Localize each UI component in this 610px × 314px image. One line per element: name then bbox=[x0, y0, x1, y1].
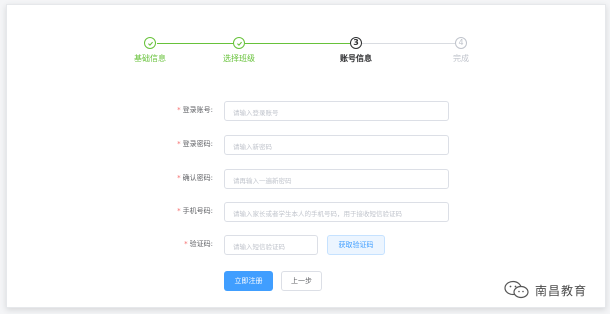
watermark-text: 南昌教育 bbox=[535, 283, 588, 298]
field-label: * 确认密码: bbox=[177, 174, 213, 182]
step-number: 3 bbox=[350, 37, 362, 49]
wechat-icon bbox=[504, 280, 529, 299]
previous-step-button[interactable]: 上一步 bbox=[281, 271, 322, 291]
field-label: * 登录账号: bbox=[177, 106, 213, 114]
form-row-login-account: * 登录账号: 请输入登录账号 bbox=[7, 101, 605, 121]
step-label: 选择班级 bbox=[223, 54, 255, 63]
register-button[interactable]: 立即注册 bbox=[224, 271, 273, 291]
registration-card: 基础信息 选择班级 3 账号信息 4 完成 * 登录账号: 请输入登录账号 * 登录… bbox=[6, 4, 606, 308]
form-row-verify-code: * 验证码: 请输入短信验证码 获取验证码 bbox=[7, 235, 605, 255]
form-row-phone: * 手机号码: 请输入家长或者学生本人的手机号码，用于接收短信验证码 bbox=[7, 202, 605, 222]
confirm-password-input[interactable]: 请再输入一遍新密码 bbox=[224, 169, 449, 189]
get-code-button[interactable]: 获取验证码 bbox=[327, 235, 385, 255]
login-account-input[interactable]: 请输入登录账号 bbox=[224, 101, 449, 121]
step-select-class: 选择班级 bbox=[204, 37, 274, 64]
field-label: * 验证码: bbox=[184, 240, 213, 248]
step-label: 基础信息 bbox=[134, 54, 166, 63]
step-label: 完成 bbox=[453, 54, 469, 63]
check-icon bbox=[144, 37, 156, 49]
step-basic-info: 基础信息 bbox=[115, 37, 185, 64]
step-account-info: 3 账号信息 bbox=[321, 37, 391, 64]
field-label: * 登录密码: bbox=[177, 140, 213, 148]
verify-code-input[interactable]: 请输入短信验证码 bbox=[224, 235, 318, 255]
phone-number-input[interactable]: 请输入家长或者学生本人的手机号码，用于接收短信验证码 bbox=[224, 202, 449, 222]
step-number: 4 bbox=[455, 37, 467, 49]
check-icon bbox=[233, 37, 245, 49]
login-password-input[interactable]: 请输入新密码 bbox=[224, 135, 449, 155]
form-row-login-password: * 登录密码: 请输入新密码 bbox=[7, 135, 605, 155]
watermark: 南昌教育 bbox=[503, 280, 587, 300]
step-label: 账号信息 bbox=[340, 54, 372, 63]
form-row-confirm-password: * 确认密码: 请再输入一遍新密码 bbox=[7, 169, 605, 189]
field-label: * 手机号码: bbox=[177, 207, 213, 215]
step-finish: 4 完成 bbox=[426, 37, 496, 64]
